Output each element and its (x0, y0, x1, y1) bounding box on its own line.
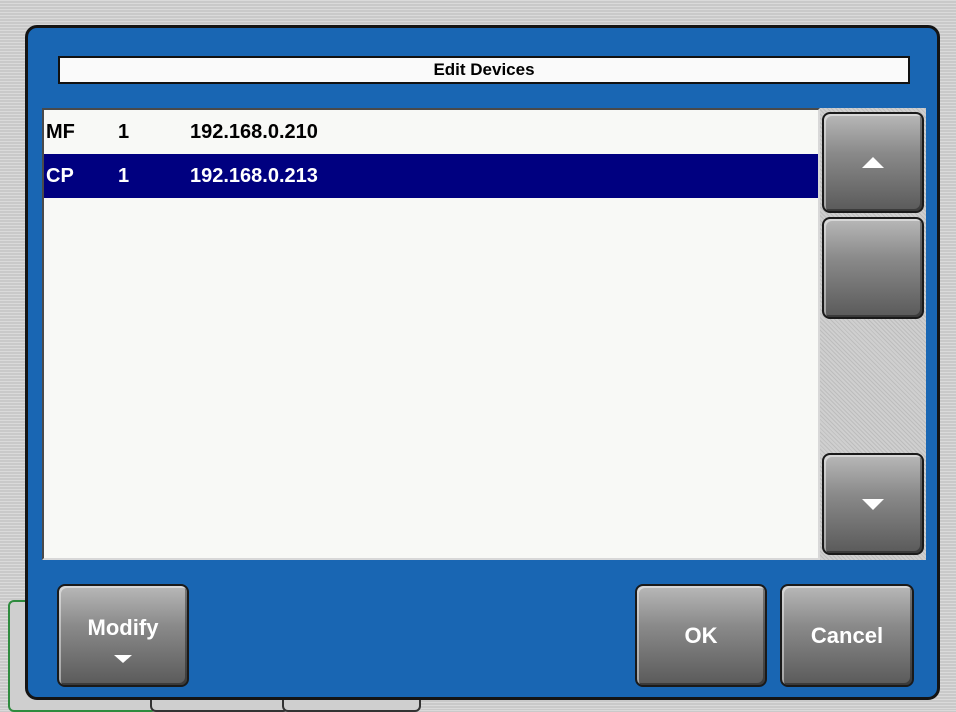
cancel-button[interactable]: Cancel (780, 584, 914, 687)
modify-button-label: Modify (87, 614, 159, 640)
device-ip: 192.168.0.213 (190, 164, 318, 187)
device-number: 1 (118, 120, 130, 143)
device-row-cp[interactable]: CP 1 192.168.0.213 (44, 154, 818, 198)
device-type: MF (46, 120, 75, 143)
chevron-down-icon (114, 654, 132, 663)
arrow-up-icon (862, 157, 884, 168)
edit-devices-dialog: Edit Devices MF 1 192.168.0.210 CP 1 192… (25, 25, 940, 700)
device-ip: 192.168.0.210 (190, 120, 318, 143)
dialog-title: Edit Devices (58, 56, 910, 84)
device-list[interactable]: MF 1 192.168.0.210 CP 1 192.168.0.213 (42, 108, 820, 560)
device-number: 1 (118, 164, 130, 187)
arrow-down-icon (862, 498, 884, 510)
device-type: CP (46, 164, 74, 187)
scrollbar-thumb[interactable] (822, 217, 924, 319)
scroll-up-button[interactable] (822, 112, 924, 213)
modify-button[interactable]: Modify (57, 584, 189, 687)
scroll-down-button[interactable] (822, 453, 924, 555)
ok-button[interactable]: OK (635, 584, 767, 687)
device-row-mf[interactable]: MF 1 192.168.0.210 (44, 110, 818, 154)
